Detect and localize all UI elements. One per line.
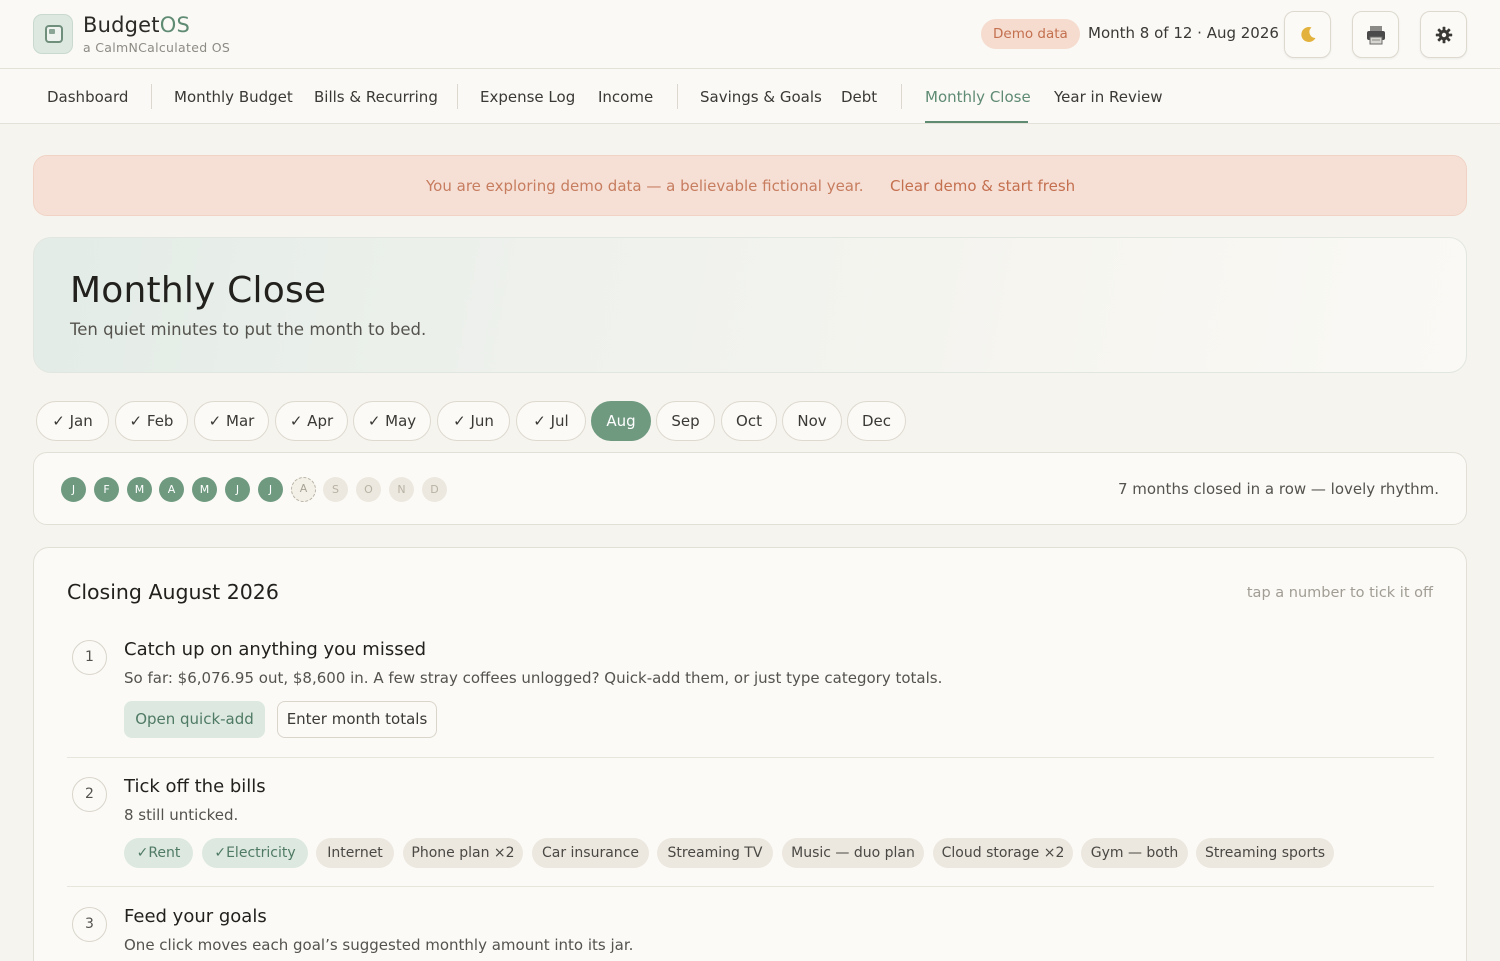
step-divider [67, 886, 1434, 887]
month-pill-mar[interactable]: ✓ Mar [194, 401, 269, 441]
streak-dot-nov: N [389, 477, 414, 502]
nav-separator [457, 84, 458, 109]
nav-active-underline [925, 121, 1028, 123]
bill-chip-music-duo-plan[interactable]: Music — duo plan [782, 838, 924, 868]
brand-accent: OS [159, 13, 190, 37]
closing-hint: tap a number to tick it off [1246, 585, 1433, 601]
bill-chip-streaming-tv[interactable]: Streaming TV [657, 838, 773, 868]
nav-year-in-review[interactable]: Year in Review [1054, 88, 1163, 106]
bill-chip-internet[interactable]: Internet [316, 838, 394, 868]
month-pill-nov[interactable]: Nov [782, 401, 842, 441]
streak-dot-may: M [192, 477, 217, 502]
streak-dot-dec: D [422, 477, 447, 502]
bill-chip-rent[interactable]: ✓Rent [124, 838, 193, 868]
enter-month-totals-button[interactable]: Enter month totals [277, 701, 437, 738]
step-3-description: One click moves each goal’s suggested mo… [124, 936, 634, 954]
streak-dot-feb: F [94, 477, 119, 502]
step-2-toggle[interactable]: 2 [72, 777, 107, 812]
month-pill-jan[interactable]: ✓ Jan [36, 401, 109, 441]
step-1-toggle[interactable]: 1 [72, 640, 107, 675]
nav-separator [151, 84, 152, 109]
streak-message: 7 months closed in a row — lovely rhythm… [1117, 480, 1439, 498]
current-month-indicator: Month 8 of 12 · Aug 2026 [1088, 24, 1279, 42]
gear-icon [1435, 26, 1452, 43]
demo-data-badge: Demo data [981, 19, 1080, 49]
step-divider [67, 757, 1434, 758]
page-title: Monthly Close [70, 270, 327, 311]
nav-separator [901, 84, 902, 109]
streak-dot-jul: J [258, 477, 283, 502]
brand-name: BudgetOS [83, 13, 190, 37]
streak-dot-aug: A [291, 477, 316, 502]
main-nav: Dashboard Monthly Budget Bills & Recurri… [0, 69, 1500, 124]
open-quick-add-button[interactable]: Open quick-add [124, 701, 265, 738]
nav-income[interactable]: Income [598, 88, 653, 106]
close-streak-card: J F M A M J J A S O N D 7 months closed … [33, 452, 1467, 525]
dark-mode-button[interactable] [1284, 11, 1331, 58]
month-pill-jun[interactable]: ✓ Jun [437, 401, 510, 441]
step-1-description: So far: $6,076.95 out, $8,600 in. A few … [124, 669, 943, 687]
step-2-description: 8 still unticked. [124, 806, 239, 824]
step-3-toggle[interactable]: 3 [72, 907, 107, 942]
nav-bills-recurring[interactable]: Bills & Recurring [314, 88, 438, 106]
top-bar: BudgetOS a CalmNCalculated OS Demo data … [0, 0, 1500, 69]
settings-button[interactable] [1420, 11, 1467, 58]
demo-banner: You are exploring demo data — a believab… [33, 155, 1467, 216]
page-subtitle: Ten quiet minutes to put the month to be… [70, 320, 427, 339]
brand-prefix: Budget [83, 13, 160, 37]
streak-dot-apr: A [159, 477, 184, 502]
streak-dot-mar: M [127, 477, 152, 502]
streak-dot-oct: O [356, 477, 381, 502]
app-logo-icon [33, 14, 73, 54]
print-icon [1366, 25, 1385, 44]
streak-dot-sep: S [323, 477, 348, 502]
clear-demo-link[interactable]: Clear demo & start fresh [890, 177, 1075, 195]
print-button[interactable] [1352, 11, 1399, 58]
month-pill-oct[interactable]: Oct [721, 401, 777, 441]
month-pill-may[interactable]: ✓ May [353, 401, 431, 441]
nav-savings-goals[interactable]: Savings & Goals [700, 88, 822, 106]
month-pill-aug[interactable]: Aug [591, 401, 651, 441]
streak-dot-jun: J [225, 477, 250, 502]
bill-chip-gym[interactable]: Gym — both [1081, 838, 1188, 868]
step-3-title: Feed your goals [124, 906, 267, 927]
nav-expense-log[interactable]: Expense Log [480, 88, 575, 106]
month-pill-dec[interactable]: Dec [847, 401, 906, 441]
page-hero: Monthly Close Ten quiet minutes to put t… [33, 237, 1467, 373]
step-2-title: Tick off the bills [124, 776, 266, 797]
closing-checklist-card: Closing August 2026 tap a number to tick… [33, 547, 1467, 961]
streak-dot-jan: J [61, 477, 86, 502]
moon-icon [1300, 26, 1315, 42]
nav-debt[interactable]: Debt [841, 88, 877, 106]
demo-banner-text: You are exploring demo data — a believab… [426, 177, 864, 195]
step-1-title: Catch up on anything you missed [124, 639, 427, 660]
nav-monthly-close[interactable]: Monthly Close [925, 88, 1031, 106]
bill-chip-streaming-sports[interactable]: Streaming sports [1196, 838, 1334, 868]
nav-monthly-budget[interactable]: Monthly Budget [174, 88, 293, 106]
bill-chip-car-insurance[interactable]: Car insurance [532, 838, 649, 868]
nav-separator [677, 84, 678, 109]
bill-chip-electricity[interactable]: ✓Electricity [202, 838, 308, 868]
nav-dashboard[interactable]: Dashboard [47, 88, 128, 106]
brand-subtitle: a CalmNCalculated OS [83, 40, 231, 55]
month-pill-feb[interactable]: ✓ Feb [115, 401, 188, 441]
month-pill-sep[interactable]: Sep [656, 401, 715, 441]
bill-chip-phone-plan[interactable]: Phone plan ×2 [403, 838, 523, 868]
month-pill-apr[interactable]: ✓ Apr [275, 401, 348, 441]
closing-title: Closing August 2026 [67, 580, 279, 604]
month-pill-jul[interactable]: ✓ Jul [516, 401, 586, 441]
bill-chip-cloud-storage[interactable]: Cloud storage ×2 [933, 838, 1073, 868]
